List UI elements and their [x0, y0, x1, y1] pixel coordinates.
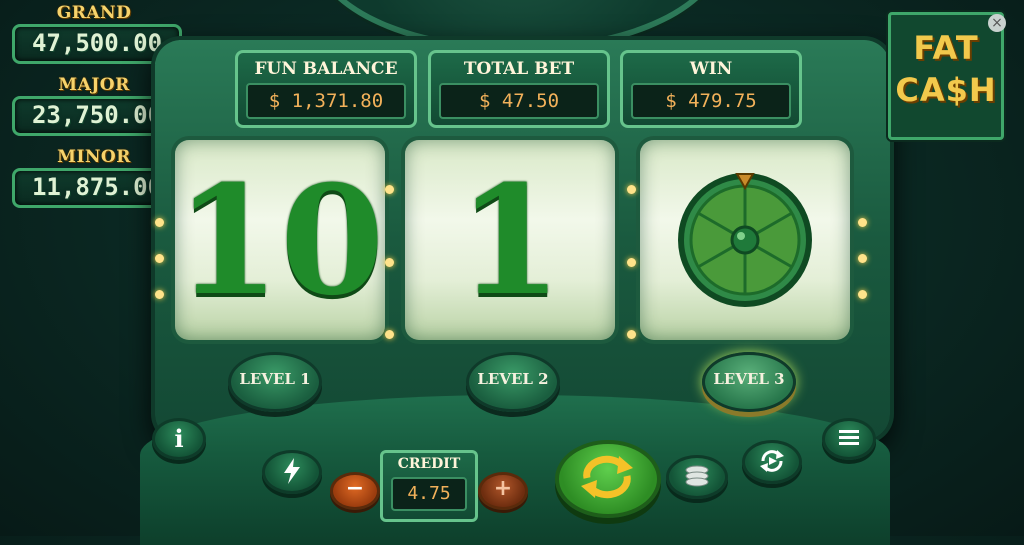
jackpot-label: MINOR	[57, 147, 131, 167]
light-dot	[385, 258, 394, 267]
coin-stack-icon	[685, 465, 709, 487]
minus-icon: −	[345, 476, 365, 501]
logo-line-2: CA$H	[895, 71, 997, 109]
reel-symbol: 10	[175, 153, 385, 329]
lightning-icon	[284, 458, 300, 484]
spin-button[interactable]	[555, 440, 661, 518]
fun-balance-meter: FUN BALANCE $ 1,371.80	[235, 50, 417, 128]
credit-value: 4.75	[407, 483, 451, 504]
coins-button[interactable]	[666, 455, 728, 499]
jackpot-label: MAJOR	[58, 75, 130, 95]
plus-icon: +	[493, 476, 513, 501]
light-dot	[858, 290, 867, 299]
spin-arrows-icon	[581, 455, 633, 499]
total-bet-meter: TOTAL BET $ 47.50	[428, 50, 610, 128]
jackpot-value: 47,500.00	[31, 29, 163, 57]
wheel-symbol-icon	[678, 173, 812, 307]
reel-1: 10	[175, 140, 385, 340]
jackpot-grand: 47,500.00 GRAND	[12, 3, 182, 64]
win-meter: WIN $ 479.75	[620, 50, 802, 128]
meter-label: FUN BALANCE	[254, 59, 398, 79]
light-dot	[858, 218, 867, 227]
light-dot	[155, 218, 164, 227]
level-label: LEVEL 3	[713, 370, 785, 388]
game-logo: FAT CA$H	[888, 12, 1004, 140]
level-label: LEVEL 1	[239, 370, 311, 388]
meter-label: TOTAL BET	[463, 59, 575, 79]
level-label: LEVEL 2	[477, 370, 549, 388]
bet-increase-button[interactable]: +	[478, 472, 528, 510]
meter-value: $ 47.50	[478, 90, 560, 112]
light-dot	[385, 330, 394, 339]
reel-symbol: 1	[457, 153, 563, 329]
light-dot	[627, 258, 636, 267]
bet-decrease-button[interactable]: −	[330, 472, 380, 510]
jackpot-label: GRAND	[56, 3, 132, 23]
turbo-button[interactable]	[262, 450, 322, 494]
close-icon[interactable]: ×	[988, 14, 1006, 32]
reel-2: 1	[405, 140, 615, 340]
meter-box: $ 47.50	[439, 83, 599, 119]
light-dot	[627, 185, 636, 194]
level-2-button[interactable]: LEVEL 2	[466, 352, 560, 412]
info-button[interactable]: i	[152, 418, 206, 460]
level-3-button[interactable]: LEVEL 3	[702, 352, 796, 412]
meter-box: $ 479.75	[631, 83, 791, 119]
light-dot	[155, 290, 164, 299]
credit-panel: CREDIT 4.75	[380, 450, 478, 522]
meter-label: WIN	[689, 59, 733, 79]
light-dot	[385, 185, 394, 194]
reel-3	[640, 140, 850, 340]
autoplay-icon	[760, 450, 784, 472]
light-dot	[627, 330, 636, 339]
meter-box: $ 1,371.80	[246, 83, 406, 119]
menu-icon	[839, 430, 859, 445]
menu-button[interactable]	[822, 418, 876, 460]
meter-value: $ 1,371.80	[268, 90, 384, 112]
credit-box: 4.75	[391, 477, 467, 511]
credit-label: CREDIT	[397, 456, 461, 472]
logo-line-1: FAT	[913, 29, 979, 67]
jackpot-minor: 11,875.00 MINOR	[12, 147, 182, 208]
light-dot	[155, 254, 164, 263]
level-1-button[interactable]: LEVEL 1	[228, 352, 322, 412]
jackpot-major: 23,750.00 MAJOR	[12, 75, 182, 136]
meter-value: $ 479.75	[665, 90, 757, 112]
autoplay-button[interactable]	[742, 440, 802, 484]
light-dot	[858, 254, 867, 263]
info-icon: i	[174, 424, 184, 453]
